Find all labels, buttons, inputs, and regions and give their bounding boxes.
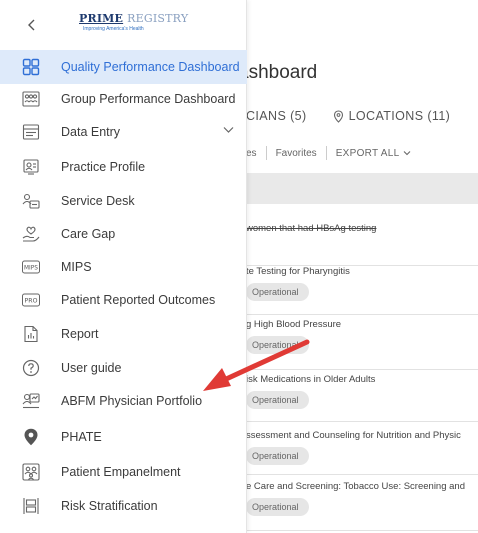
sidebar-item-label: Practice Profile	[61, 160, 146, 174]
measure-name: g High Blood Pressure	[246, 319, 342, 330]
empanelment-icon	[22, 463, 40, 481]
sidebar-menu: PRIME REGISTRY Improving America's Healt…	[0, 0, 247, 533]
sidebar-item-abfm-physician-portfolio[interactable]: ABFM Physician Portfolio	[0, 384, 247, 418]
export-all-button[interactable]: EXPORT ALL	[336, 148, 400, 159]
table-row[interactable]: e Care and Screening: Tobacco Use: Scree…	[246, 481, 478, 531]
toolbar-divider	[325, 146, 327, 160]
status-badge: Operational	[246, 391, 309, 409]
sidebar-item-label: MIPS	[61, 260, 92, 274]
sidebar-item-label: Care Gap	[61, 227, 116, 241]
measure-name: e Care and Screening: Tobacco Use: Scree…	[246, 481, 465, 492]
sidebar-item-group-performance-dashboard[interactable]: Group Performance Dashboard	[0, 82, 247, 116]
logo-tagline: Improving America's Health	[83, 26, 144, 32]
sidebar-item-patient-empanelment[interactable]: Patient Empanelment	[0, 455, 247, 489]
sidebar-item-data-entry[interactable]: Data Entry	[0, 115, 247, 149]
sidebar-item-label: Patient Empanelment	[61, 465, 181, 479]
svg-text:PRO: PRO	[25, 298, 38, 305]
measure-name: women that had HBsAg testing	[246, 223, 377, 234]
sidebar-item-label: PHATE	[61, 430, 102, 444]
phate-pin-icon	[24, 428, 38, 446]
dashboard-tabs: CIANS (5) LOCATIONS (11)	[246, 109, 450, 123]
page-title: ashboard	[238, 62, 318, 83]
sidebar-item-label: Quality Performance Dashboard	[61, 60, 240, 74]
table-row[interactable]: ssessment and Counseling for Nutrition a…	[246, 430, 478, 475]
sidebar-item-quality-performance-dashboard[interactable]: Quality Performance Dashboard	[0, 50, 247, 84]
sidebar-item-label: Data Entry	[61, 125, 121, 139]
table-row[interactable]: te Testing for Pharyngitis Operational	[246, 266, 478, 315]
sidebar-item-service-desk[interactable]: Service Desk	[0, 184, 247, 218]
toolbar-item-favorites[interactable]: Favorites	[276, 148, 317, 159]
location-pin-icon	[333, 109, 343, 123]
sidebar-item-label: Patient Reported Outcomes	[61, 293, 216, 307]
mips-icon: MIPS	[22, 260, 40, 274]
logo-text-prime: PRIME	[79, 12, 124, 25]
table-row[interactable]: g High Blood Pressure Operational	[246, 319, 478, 370]
sidebar-item-label: Service Desk	[61, 194, 135, 208]
toolbar-item-measures[interactable]: es	[246, 148, 257, 159]
dashboard-toolbar: es Favorites EXPORT ALL	[246, 146, 411, 160]
sidebar-item-label: User guide	[61, 361, 122, 375]
status-badge: Operational	[246, 447, 309, 465]
table-row[interactable]: isk Medications in Older Adults Operatio…	[246, 374, 478, 422]
pro-icon: PRO	[22, 293, 40, 307]
report-icon	[24, 325, 38, 343]
status-badge: Operational	[246, 336, 309, 354]
sidebar-item-label: Report	[61, 327, 99, 341]
chevron-down-icon[interactable]	[223, 126, 234, 134]
status-badge: Operational	[246, 498, 309, 516]
table-header-bar	[246, 173, 478, 204]
chevron-down-icon	[404, 151, 411, 156]
sidebar-item-label: Group Performance Dashboard	[61, 92, 236, 106]
sidebar-item-phate[interactable]: PHATE	[0, 420, 247, 454]
sidebar-item-label: ABFM Physician Portfolio	[61, 394, 203, 408]
measure-name: isk Medications in Older Adults	[246, 374, 376, 385]
tab-physicians[interactable]: CIANS (5)	[246, 109, 307, 123]
measure-name: te Testing for Pharyngitis	[246, 266, 350, 277]
measure-name: ssessment and Counseling for Nutrition a…	[246, 430, 461, 441]
chevron-left-icon[interactable]	[25, 18, 39, 32]
help-circle-icon	[22, 359, 40, 377]
group-dashboard-icon	[22, 91, 40, 107]
tab-locations[interactable]: LOCATIONS (11)	[349, 109, 451, 123]
data-entry-icon	[22, 124, 40, 140]
sidebar-item-care-gap[interactable]: Care Gap	[0, 217, 247, 251]
risk-stratification-icon	[23, 498, 39, 514]
sidebar-item-mips[interactable]: MIPS MIPS	[0, 250, 247, 284]
sidebar-item-report[interactable]: Report	[0, 317, 247, 351]
svg-text:MIPS: MIPS	[24, 266, 38, 272]
sidebar-item-patient-reported-outcomes[interactable]: PRO Patient Reported Outcomes	[0, 283, 247, 317]
sidebar-item-user-guide[interactable]: User guide	[0, 351, 247, 385]
dashboard-grid-icon	[22, 58, 40, 76]
service-desk-icon	[22, 193, 40, 209]
status-badge: Operational	[246, 283, 309, 301]
table-row[interactable]: women that had HBsAg testing	[246, 223, 478, 266]
logo-text-registry: REGISTRY	[127, 12, 189, 25]
abfm-portfolio-icon	[22, 393, 40, 409]
toolbar-divider	[265, 146, 267, 160]
practice-profile-icon	[23, 159, 39, 175]
sidebar-item-risk-stratification[interactable]: Risk Stratification	[0, 489, 247, 523]
sidebar-item-label: Risk Stratification	[61, 499, 158, 513]
sidebar-item-practice-profile[interactable]: Practice Profile	[0, 150, 247, 184]
prime-registry-logo: PRIME REGISTRY Improving America's Healt…	[79, 12, 199, 40]
care-gap-icon	[22, 226, 40, 242]
